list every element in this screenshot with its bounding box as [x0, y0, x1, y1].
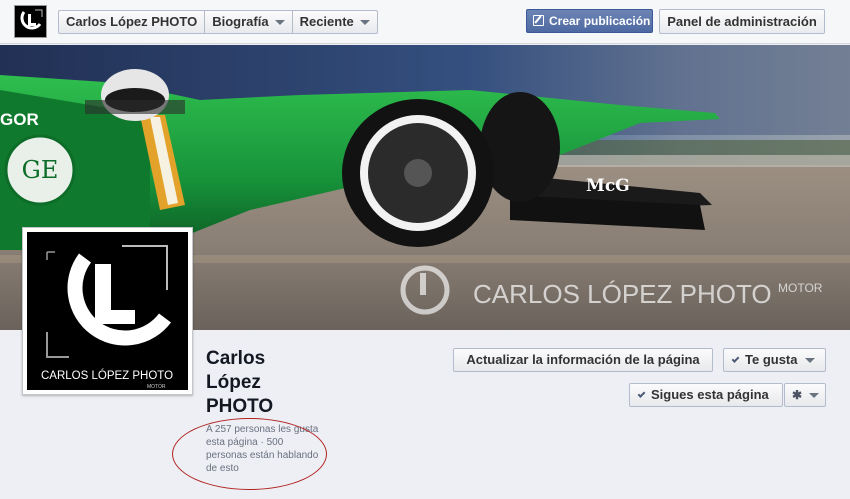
tab-biography[interactable]: Biografía	[205, 11, 293, 33]
create-post-button[interactable]: Crear publicación	[526, 9, 653, 33]
admin-panel-button[interactable]: Panel de administración	[659, 9, 825, 34]
profile-logo-sub: MOTOR	[147, 384, 166, 390]
page-title[interactable]: Carlos López PHOTO	[206, 347, 316, 419]
follow-button[interactable]: Sigues esta página	[629, 383, 783, 407]
cover-watermark-sub: MOTOR	[778, 281, 823, 295]
profile-logo: CARLOS LÓPEZ PHOTO MOTOR	[27, 232, 188, 390]
gear-icon: ✱	[792, 388, 803, 402]
annotation-oval	[172, 418, 327, 490]
cover-watermark: CARLOS LÓPEZ PHOTO	[473, 279, 772, 309]
like-button[interactable]: Te gusta	[723, 348, 826, 372]
car-ge-logo: GE	[22, 156, 59, 184]
follow-label: Sigues esta página	[651, 387, 769, 402]
chevron-down-icon	[804, 358, 815, 364]
update-info-button[interactable]: Actualizar la información de la página	[453, 348, 713, 372]
chevron-down-icon	[809, 393, 820, 399]
profile-picture[interactable]: CARLOS LÓPEZ PHOTO MOTOR	[22, 227, 193, 395]
facebook-page: Carlos López PHOTO Biografía Reciente Cr…	[0, 0, 850, 499]
recent-label: Reciente	[299, 14, 354, 29]
pencil-icon	[533, 15, 544, 26]
car-sponsor-nose: McG	[586, 176, 630, 196]
check-icon	[637, 390, 646, 398]
settings-button[interactable]: ✱	[784, 383, 826, 407]
biography-label: Biografía	[212, 14, 269, 29]
chevron-down-icon	[274, 20, 285, 26]
page-name-tab[interactable]: Carlos López PHOTO	[59, 11, 206, 33]
chevron-down-icon	[359, 20, 370, 26]
brand-logo-icon[interactable]	[14, 5, 47, 38]
create-post-label: Crear publicación	[549, 14, 651, 28]
like-label: Te gusta	[745, 352, 798, 367]
check-icon	[731, 355, 740, 363]
profile-logo-text: CARLOS LÓPEZ PHOTO	[41, 369, 173, 382]
page-admin-bar: Carlos López PHOTO Biografía Reciente Cr…	[0, 0, 850, 44]
car-sponsor-left: GOR	[0, 110, 39, 129]
page-nav-group: Carlos López PHOTO Biografía Reciente	[58, 10, 378, 34]
tab-recent[interactable]: Reciente	[293, 11, 377, 33]
